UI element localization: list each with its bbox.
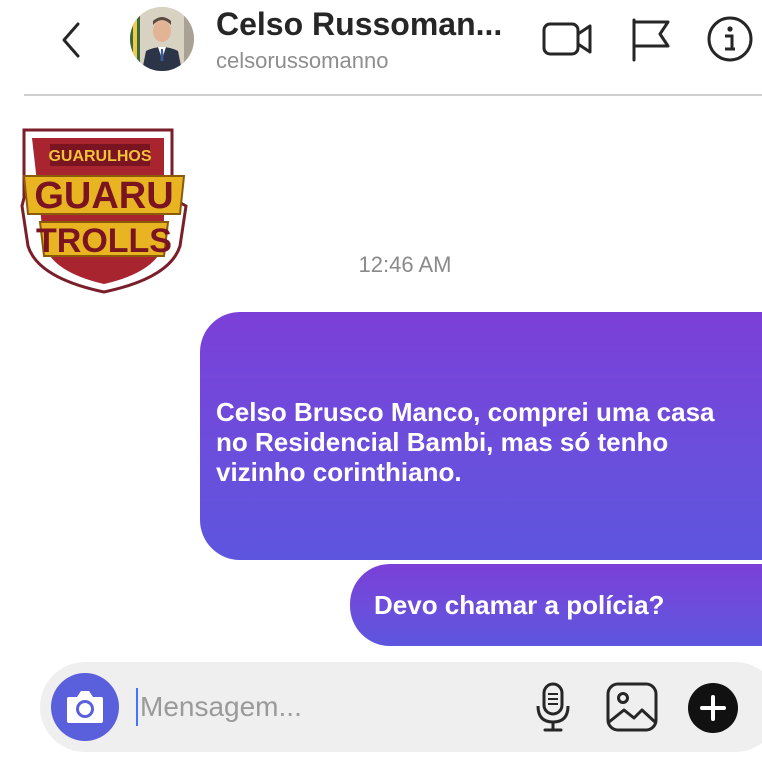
info-icon[interactable] [706, 16, 756, 62]
text-cursor [136, 688, 138, 726]
svg-text:GUARULHOS: GUARULHOS [48, 148, 151, 165]
gallery-icon[interactable] [604, 680, 660, 734]
video-call-icon[interactable] [540, 16, 592, 62]
flag-icon[interactable] [628, 16, 678, 62]
message-timestamp: 12:46 AM [358, 252, 452, 277]
message-input[interactable] [140, 684, 500, 730]
back-icon[interactable] [52, 20, 92, 60]
chat-header: Celso Russoman... celsorussomanno [0, 0, 762, 96]
plus-icon[interactable] [688, 683, 738, 733]
message-text: Celso Brusco Manco, comprei uma casa no … [216, 397, 715, 487]
guarutrolls-logo[interactable]: GUARULHOS GUARU TROLLS [20, 128, 188, 296]
svg-text:TROLLS: TROLLS [36, 222, 172, 260]
contact-avatar[interactable] [130, 7, 194, 71]
svg-text:GUARU: GUARU [34, 175, 173, 217]
sent-message-bubble[interactable]: Celso Brusco Manco, comprei uma casa no … [200, 312, 762, 560]
contact-name[interactable]: Celso Russoman... [216, 6, 528, 43]
microphone-icon[interactable] [530, 680, 576, 734]
camera-icon[interactable] [51, 673, 119, 741]
sent-message-bubble[interactable]: Devo chamar a polícia? [350, 564, 762, 646]
contact-handle: celsorussomanno [216, 48, 389, 73]
header-divider [24, 94, 762, 96]
message-text: Devo chamar a polícia? [374, 590, 665, 620]
